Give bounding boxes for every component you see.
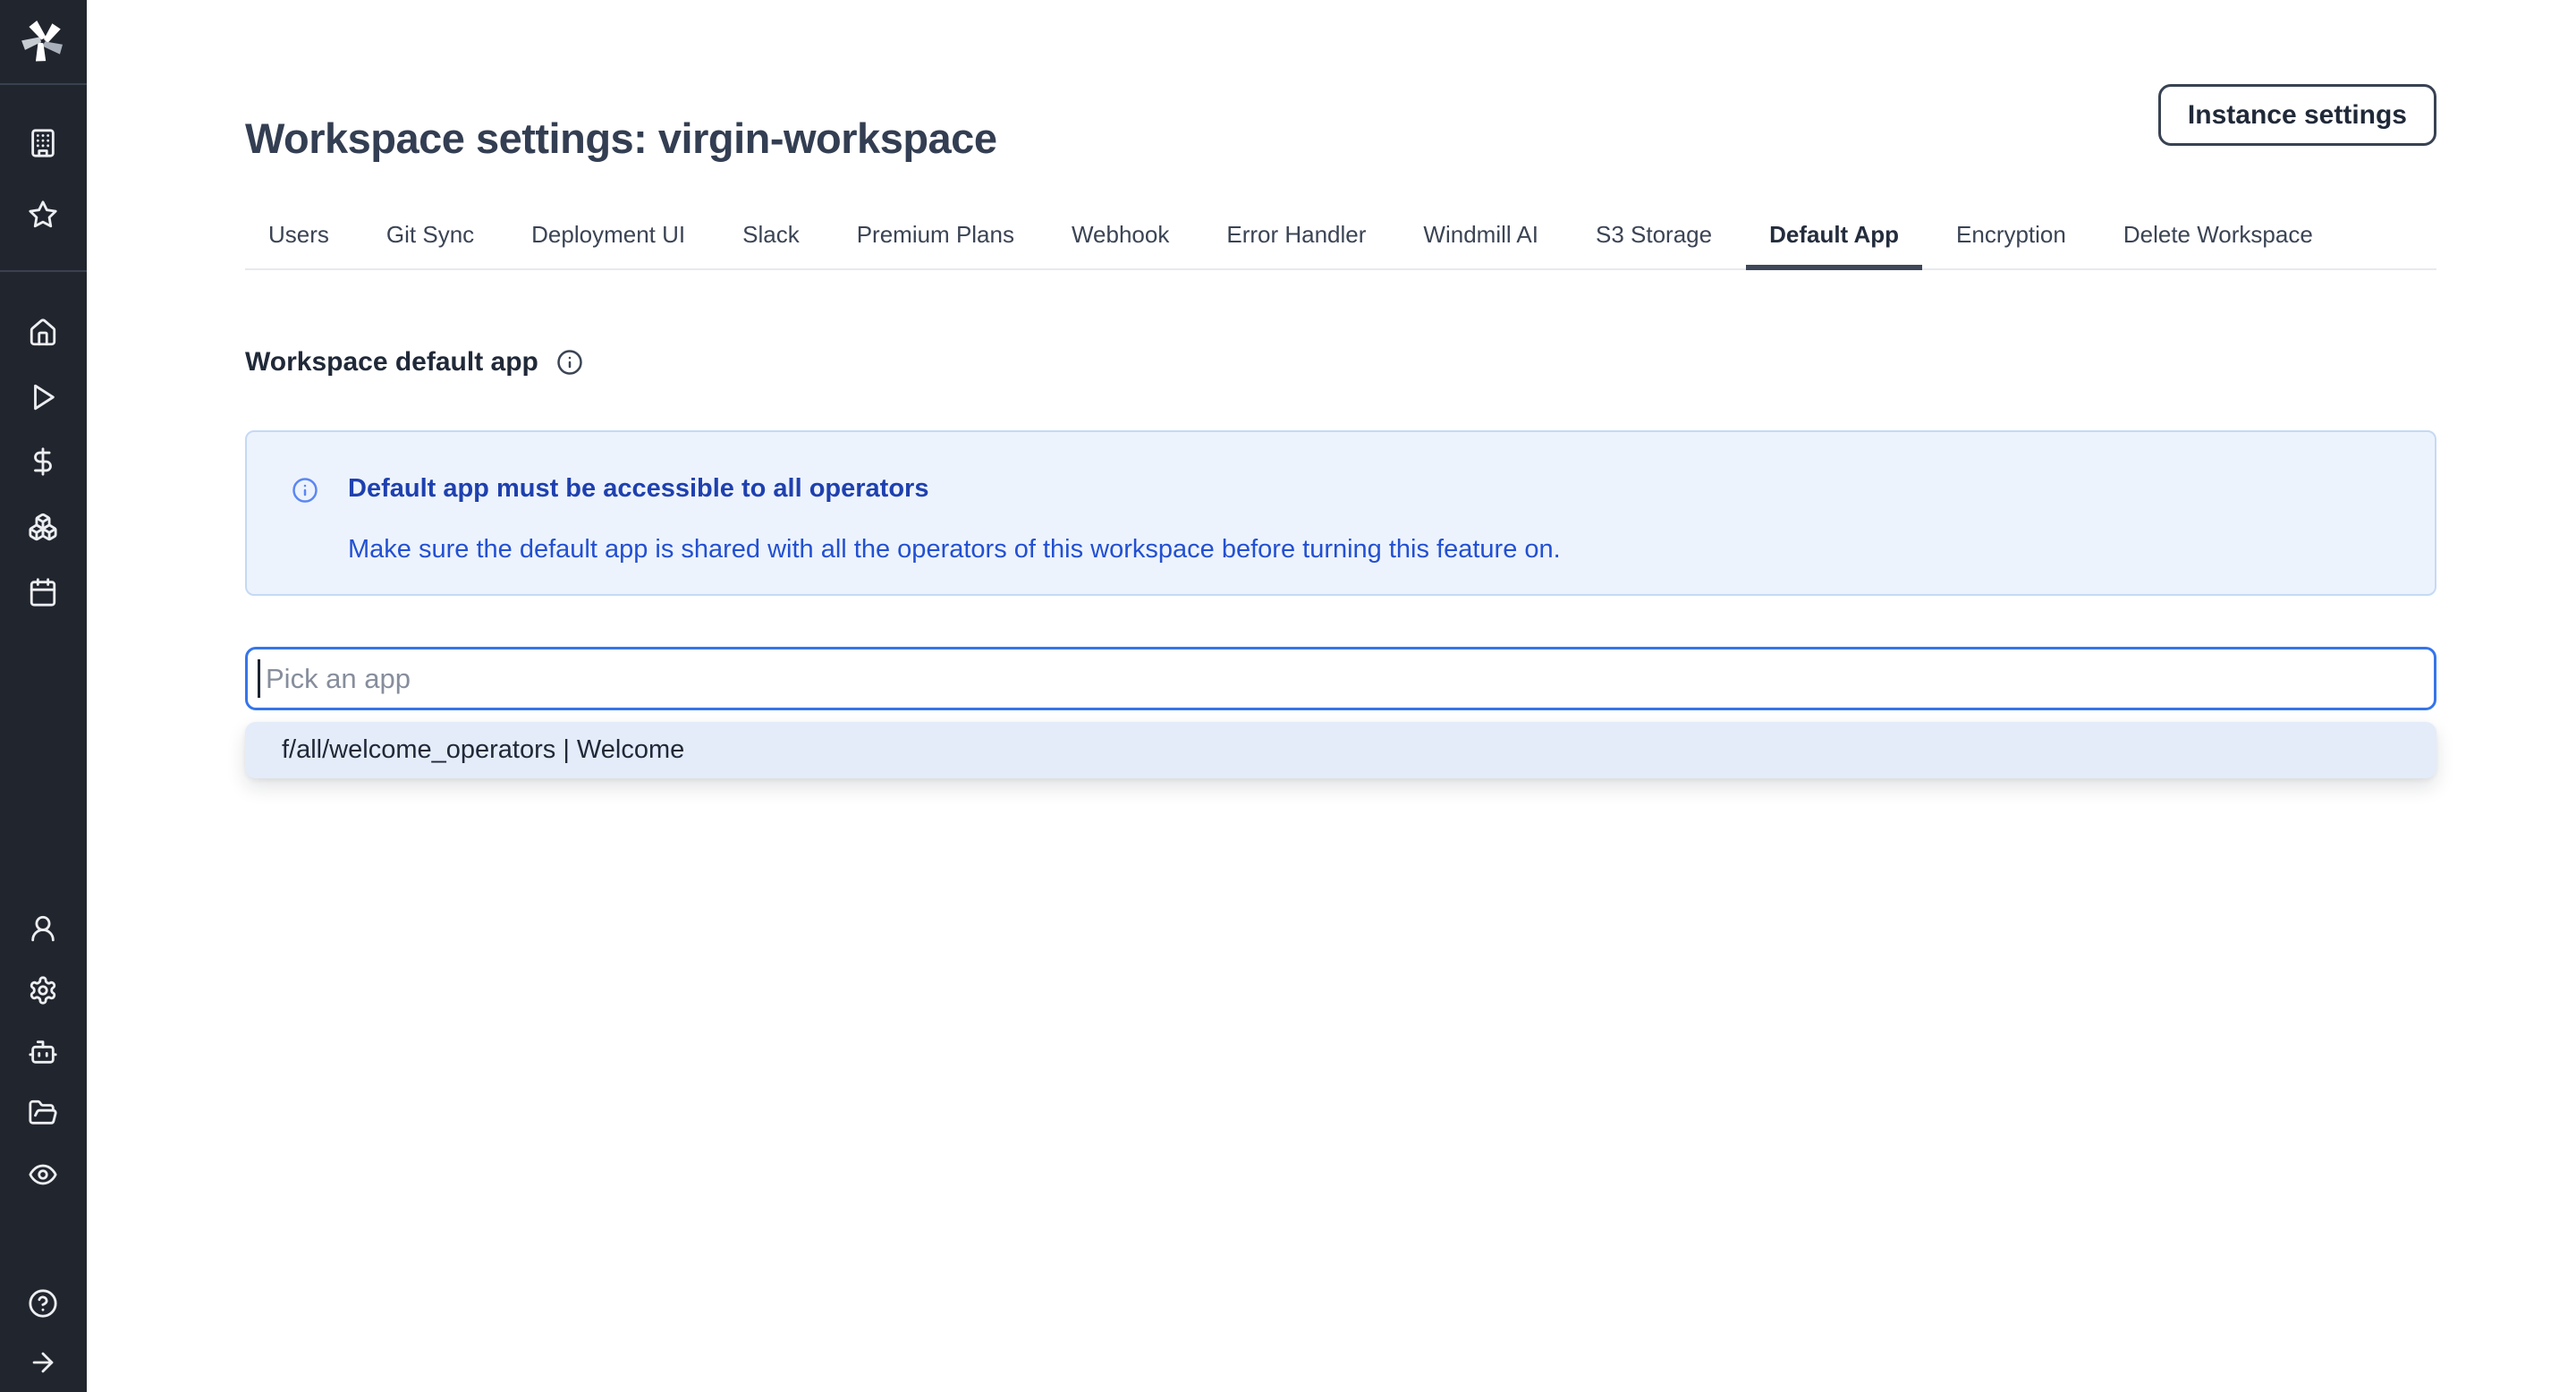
folder-open-icon bbox=[28, 1098, 58, 1128]
star-icon bbox=[28, 199, 58, 230]
sidebar-item-home[interactable] bbox=[28, 318, 58, 348]
tab-git-sync[interactable]: Git Sync bbox=[363, 208, 497, 268]
tab-users[interactable]: Users bbox=[245, 208, 352, 268]
sidebar-divider bbox=[0, 270, 87, 272]
tab-s3-storage[interactable]: S3 Storage bbox=[1572, 208, 1735, 268]
tab-premium-plans[interactable]: Premium Plans bbox=[834, 208, 1038, 268]
text-cursor bbox=[258, 659, 260, 698]
sidebar-item-variables[interactable] bbox=[28, 446, 58, 477]
windmill-logo-icon[interactable] bbox=[20, 18, 66, 64]
alert-body: Make sure the default app is shared with… bbox=[348, 535, 1561, 564]
app-picker-dropdown: f/all/welcome_operators | Welcome bbox=[245, 722, 2436, 778]
tab-webhook[interactable]: Webhook bbox=[1048, 208, 1192, 268]
sidebar-item-folders[interactable] bbox=[28, 1098, 58, 1128]
sidebar-item-expand[interactable] bbox=[28, 1347, 58, 1378]
dropdown-item-welcome-app[interactable]: f/all/welcome_operators | Welcome bbox=[245, 722, 2436, 778]
home-icon bbox=[28, 318, 58, 348]
tab-error-handler[interactable]: Error Handler bbox=[1203, 208, 1389, 268]
sidebar-item-schedules[interactable] bbox=[28, 577, 58, 607]
play-icon bbox=[28, 382, 58, 412]
user-icon bbox=[28, 913, 58, 944]
tab-slack[interactable]: Slack bbox=[719, 208, 823, 268]
section-header: Workspace default app bbox=[245, 347, 583, 378]
info-circle-icon bbox=[292, 477, 318, 504]
main-content: Workspace settings: virgin-workspace Ins… bbox=[87, 0, 2576, 1392]
sidebar-item-help[interactable] bbox=[28, 1288, 58, 1319]
alert-title: Default app must be accessible to all op… bbox=[348, 474, 928, 504]
tab-encryption[interactable]: Encryption bbox=[1933, 208, 2089, 268]
sidebar-item-users[interactable] bbox=[28, 913, 58, 944]
gear-icon bbox=[28, 975, 58, 1006]
sidebar-item-audit-logs[interactable] bbox=[28, 1159, 58, 1190]
sidebar-item-workspaces[interactable] bbox=[28, 128, 58, 158]
tab-default-app[interactable]: Default App bbox=[1746, 208, 1922, 270]
info-alert: Default app must be accessible to all op… bbox=[245, 430, 2436, 596]
app-picker bbox=[245, 647, 2436, 710]
boxes-icon bbox=[28, 512, 58, 542]
dollar-sign-icon bbox=[28, 446, 58, 477]
tab-deployment-ui[interactable]: Deployment UI bbox=[508, 208, 708, 268]
robot-icon bbox=[28, 1037, 58, 1067]
sidebar-item-resources[interactable] bbox=[28, 512, 58, 542]
building-icon bbox=[28, 128, 58, 158]
sidebar bbox=[0, 0, 87, 1392]
pick-an-app-input[interactable] bbox=[245, 647, 2436, 710]
instance-settings-button[interactable]: Instance settings bbox=[2158, 84, 2436, 146]
settings-tab-bar: Users Git Sync Deployment UI Slack Premi… bbox=[245, 208, 2436, 270]
sidebar-item-favorites[interactable] bbox=[28, 199, 58, 230]
tab-windmill-ai[interactable]: Windmill AI bbox=[1400, 208, 1562, 268]
page-title: Workspace settings: virgin-workspace bbox=[245, 114, 996, 163]
calendar-icon bbox=[28, 577, 58, 607]
section-title: Workspace default app bbox=[245, 347, 538, 378]
sidebar-divider bbox=[0, 83, 87, 85]
tab-delete-workspace[interactable]: Delete Workspace bbox=[2100, 208, 2336, 268]
sidebar-item-runs[interactable] bbox=[28, 382, 58, 412]
arrow-right-icon bbox=[28, 1347, 58, 1378]
sidebar-item-settings[interactable] bbox=[28, 975, 58, 1006]
info-circle-icon[interactable] bbox=[556, 349, 583, 376]
sidebar-item-workers[interactable] bbox=[28, 1037, 58, 1067]
eye-icon bbox=[28, 1159, 58, 1190]
help-circle-icon bbox=[28, 1288, 58, 1319]
